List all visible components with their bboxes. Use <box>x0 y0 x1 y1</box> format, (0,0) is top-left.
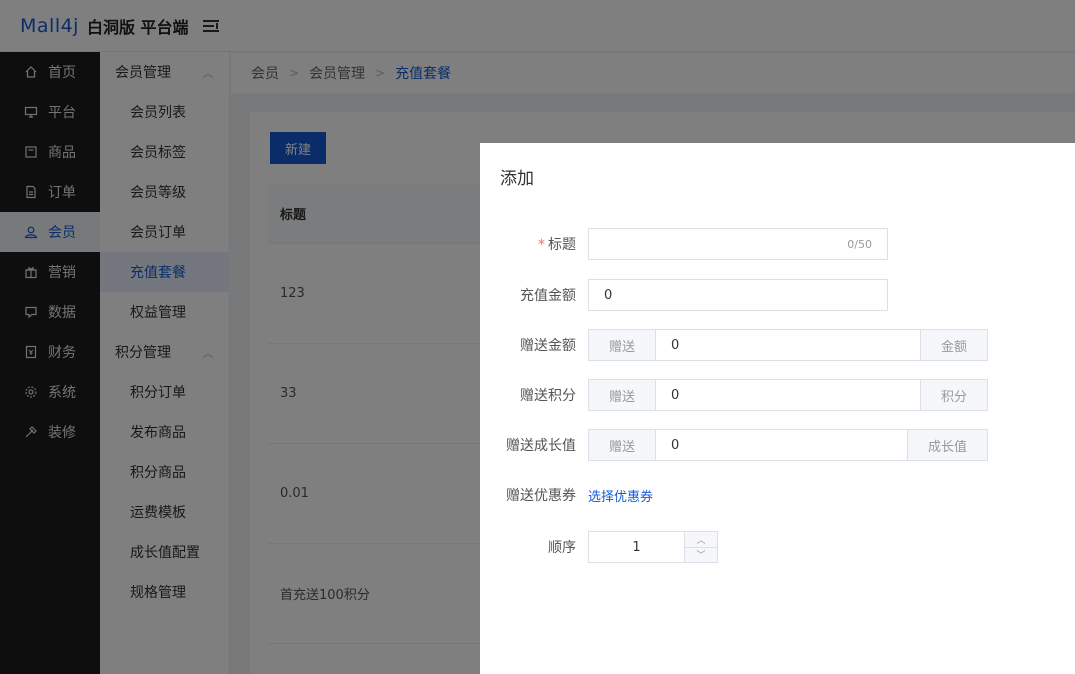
form-row-gift-amount: 赠送金额 赠送 0 金额 <box>480 329 988 361</box>
gift-amount-input[interactable]: 0 <box>656 329 920 361</box>
title-label-text: 标题 <box>548 237 576 253</box>
gift-points-label: 赠送积分 <box>520 388 576 404</box>
form-row-gift-points: 赠送积分 赠送 0 积分 <box>480 379 988 411</box>
decrement-chevron-down-icon[interactable]: ﹀ <box>685 547 717 562</box>
amount-input[interactable]: 0 <box>588 279 888 311</box>
required-mark: * <box>538 237 545 253</box>
title-input[interactable]: 0/50 <box>588 228 888 260</box>
order-label: 顺序 <box>548 540 576 556</box>
add-dialog: 添加 * 标题 0/50 充值金额 0 赠送金额 赠送 0 金额 赠送积分 赠送 … <box>480 143 1075 674</box>
gift-points-input-group: 赠送 0 积分 <box>588 379 988 411</box>
order-stepper: 1 ︿ ﹀ <box>588 531 718 563</box>
title-label: * 标题 <box>480 234 588 254</box>
order-value: 1 <box>632 539 641 555</box>
gift-amount-prefix: 赠送 <box>588 329 656 361</box>
dialog-title: 添加 <box>500 169 534 189</box>
gift-amount-value: 0 <box>671 337 680 353</box>
gift-amount-input-group: 赠送 0 金额 <box>588 329 988 361</box>
gift-growth-prefix: 赠送 <box>588 429 656 461</box>
select-coupon-link[interactable]: 选择优惠券 <box>588 486 653 505</box>
form-row-order: 顺序 1 ︿ ﹀ <box>480 531 718 563</box>
gift-points-input[interactable]: 0 <box>656 379 920 411</box>
gift-points-prefix: 赠送 <box>588 379 656 411</box>
amount-value: 0 <box>604 287 613 303</box>
amount-label: 充值金额 <box>520 288 576 304</box>
order-input[interactable]: 1 <box>589 532 684 562</box>
form-row-title: * 标题 0/50 <box>480 228 888 260</box>
form-row-amount: 充值金额 0 <box>480 279 888 311</box>
gift-growth-input[interactable]: 0 <box>656 429 907 461</box>
form-row-coupon: 赠送优惠券 选择优惠券 <box>480 479 653 511</box>
gift-points-value: 0 <box>671 387 680 403</box>
form-row-gift-growth: 赠送成长值 赠送 0 成长值 <box>480 429 988 461</box>
gift-amount-suffix: 金额 <box>920 329 988 361</box>
stepper-controls: ︿ ﹀ <box>684 532 717 562</box>
coupon-label: 赠送优惠券 <box>506 488 576 504</box>
char-counter: 0/50 <box>847 237 872 251</box>
gift-growth-input-group: 赠送 0 成长值 <box>588 429 988 461</box>
gift-growth-label: 赠送成长值 <box>506 438 576 454</box>
gift-growth-suffix: 成长值 <box>907 429 988 461</box>
gift-growth-value: 0 <box>671 437 680 453</box>
gift-amount-label: 赠送金额 <box>520 338 576 354</box>
increment-chevron-up-icon[interactable]: ︿ <box>685 532 717 548</box>
gift-points-suffix: 积分 <box>920 379 988 411</box>
